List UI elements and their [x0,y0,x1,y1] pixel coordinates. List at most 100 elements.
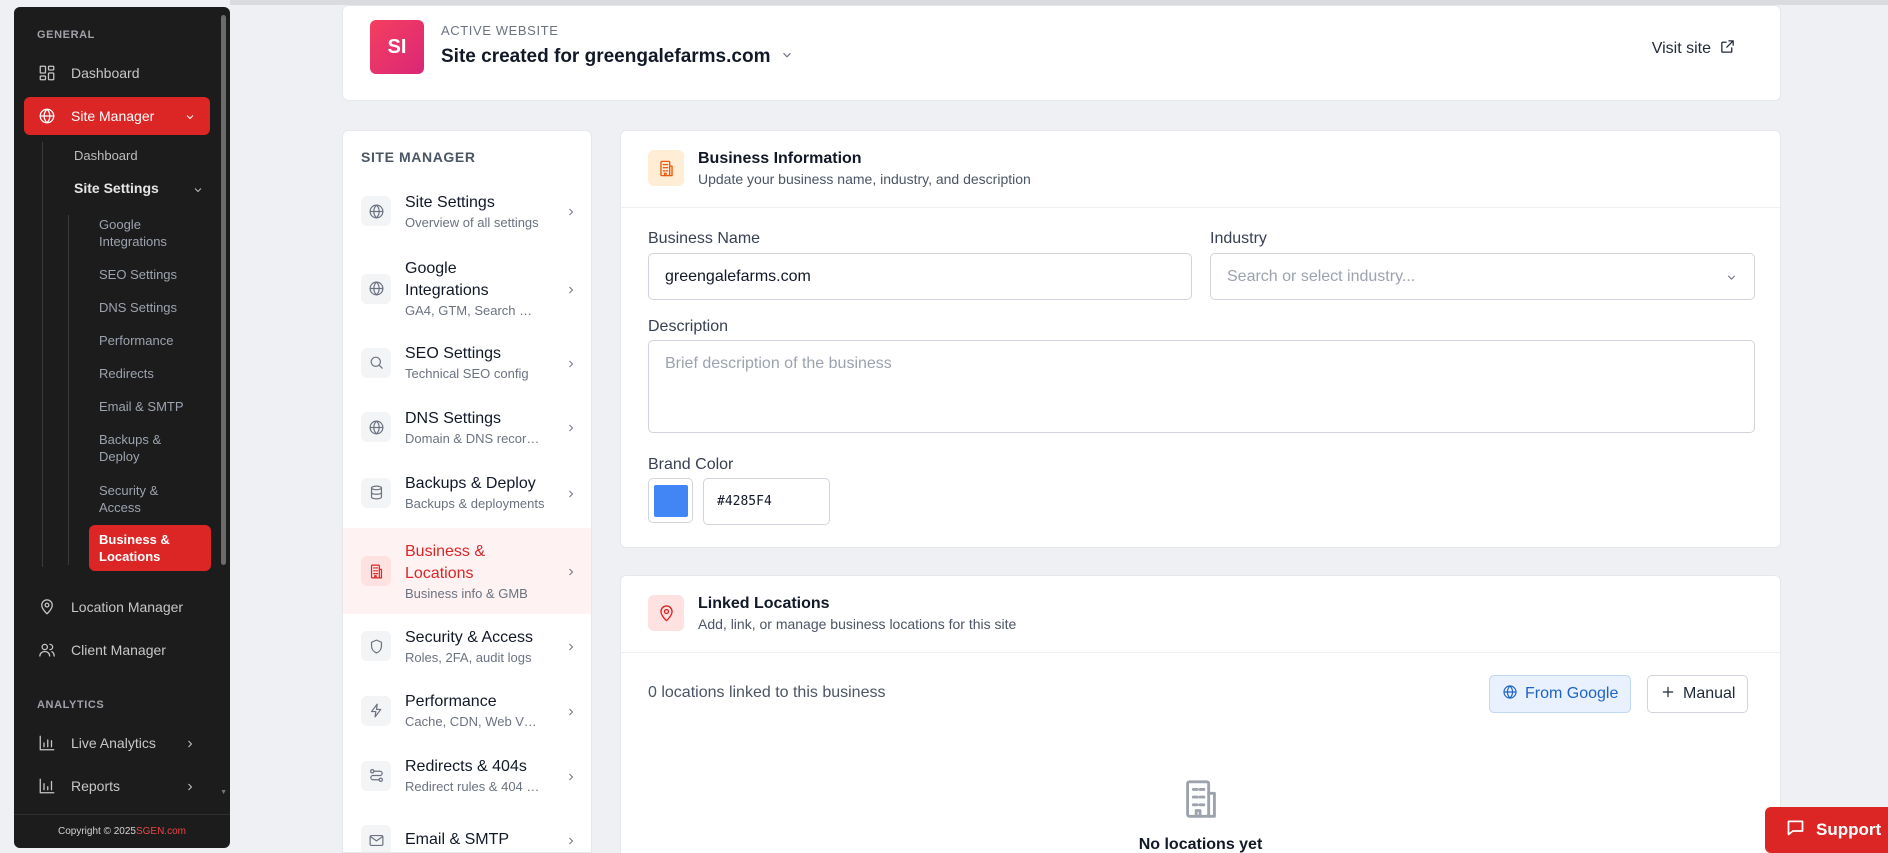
sidebar-item-location-manager[interactable]: Location Manager [24,588,210,626]
building-icon [361,556,391,586]
business-name-input[interactable]: greengalefarms.com [648,253,1192,300]
description-textarea[interactable]: Brief description of the business [648,340,1755,433]
chevron-down-icon [1725,271,1738,284]
chevron-right-icon [565,421,577,433]
visit-site-link[interactable]: Visit site [1652,38,1736,60]
sidebar-item-label: Site Manager [71,108,155,124]
users-icon [37,640,57,660]
building-icon [648,150,684,186]
sidebar-item-client-manager[interactable]: Client Manager [24,631,210,669]
tree-line [42,142,43,567]
scroll-down-arrow-icon[interactable]: ▼ [220,789,227,796]
building-icon [1178,776,1224,822]
sidebar-sub-redirects[interactable]: Redirects [99,365,199,382]
globe-icon [37,106,57,126]
nav-item-desc: GA4, GTM, Search Console [405,303,537,318]
from-google-button[interactable]: From Google [1489,675,1632,713]
sidebar-sub-dns-settings[interactable]: DNS Settings [99,299,199,316]
nav-item-desc: Overview of all settings [405,214,539,230]
sidebar-item-dashboard[interactable]: Dashboard [24,54,210,92]
sidebar-sub-google-integrations[interactable]: Google Integrations [99,216,199,250]
sidebar-sub-email-smtp[interactable]: Email & SMTP [99,398,199,415]
lightning-icon [361,695,391,726]
chevron-down-icon [192,183,204,195]
nav-item-desc: Domain & DNS records [405,430,540,446]
site-avatar: SI [370,20,424,74]
nav-item-performance[interactable]: Performance Cache, CDN, Web Vitals [343,678,591,743]
sidebar-item-site-manager[interactable]: Site Manager [24,97,210,135]
chevron-right-icon [565,565,577,577]
sidebar-sub-dashboard[interactable]: Dashboard [74,147,138,164]
chevron-right-icon [565,357,577,369]
sidebar-item-live-analytics[interactable]: Live Analytics [24,724,210,762]
industry-label: Industry [1210,230,1267,247]
chevron-right-icon [565,205,577,217]
nav-item-desc: Backups & deployments [405,496,545,511]
sidebar-item-label: Reports [71,778,121,794]
copyright-text: Copyright © 2025 [58,826,136,837]
chevron-right-icon [184,737,196,749]
site-selector[interactable]: Site created for greengalefarms.com [441,46,794,68]
nav-item-seo-settings[interactable]: SEO Settings Technical SEO config [343,331,591,394]
nav-item-site-settings[interactable]: Site Settings Overview of all settings [343,176,591,246]
sidebar-item-label: Dashboard [71,65,140,81]
search-icon [361,347,391,378]
sidebar-item-reports[interactable]: Reports [24,767,210,805]
nav-item-dns-settings[interactable]: DNS Settings Domain & DNS records [343,394,591,460]
chevron-right-icon [565,705,577,717]
nav-item-desc: Business info & GMB [405,585,528,601]
visit-site-label: Visit site [1651,40,1711,57]
brand-color-picker[interactable] [648,478,693,523]
sidebar-sub-business-locations[interactable]: Business & Locations [89,525,211,571]
site-name: Site created for greengalefarms.com [441,46,771,67]
sidebar-item-label: Live Analytics [71,735,156,751]
nav-item-backups-deploy[interactable]: Backups & Deploy Backups & deployments [343,460,591,525]
nav-item-label: SEO Settings [405,345,502,362]
report-chart-icon [37,776,57,796]
nav-item-business-locations[interactable]: Business & Locations Business info & GMB [343,528,591,614]
nav-item-redirects[interactable]: Redirects & 404s Redirect rules & 404 log… [343,743,591,808]
nav-item-email-smtp[interactable]: Email & SMTP [343,808,591,852]
sidebar-sub-security-access[interactable]: Security & Access [99,482,179,516]
manual-button[interactable]: Manual [1647,675,1749,713]
sidebar-sub-label: Site Settings [74,180,159,196]
sidebar-sub-performance[interactable]: Performance [99,332,199,349]
business-name-label: Business Name [648,230,761,247]
chat-icon [1785,817,1806,843]
card-subtitle: Update your business name, industry, and… [698,171,1031,187]
nav-item-desc: Cache, CDN, Web Vitals [405,714,537,729]
map-pin-icon [648,595,684,631]
industry-select[interactable]: Search or select industry... [1210,253,1755,300]
card-subtitle: Add, link, or manage business locations … [698,616,1017,632]
brand-color-hex-input[interactable]: #4285F4 [703,478,830,525]
mail-icon [361,825,391,852]
active-website-card: SI ACTIVE WEBSITE Site created for green… [342,5,1781,101]
sidebar-section-general: GENERAL [37,29,95,41]
external-link-icon [1719,38,1736,60]
sidebar: GENERAL Dashboard Site Manager Dashboard… [14,7,230,848]
chevron-right-icon [565,283,577,295]
support-button[interactable]: Support [1765,807,1888,853]
globe-icon [361,412,391,442]
nav-item-security-access[interactable]: Security & Access Roles, 2FA, audit logs [343,614,591,678]
sidebar-item-label: Location Manager [71,599,184,615]
active-website-label: ACTIVE WEBSITE [441,23,559,38]
nav-item-desc: Technical SEO config [405,366,529,381]
nav-item-google-integrations[interactable]: Google Integrations GA4, GTM, Search Cons… [343,246,591,331]
sidebar-section-analytics: ANALYTICS [37,699,105,711]
brand-link[interactable]: SGEN.com [136,826,186,837]
chevron-right-icon [565,487,577,499]
sidebar-sub-backups-deploy[interactable]: Backups & Deploy [99,431,179,465]
manual-label: Manual [1683,685,1736,702]
brand-color-swatch [653,484,688,517]
sidebar-sub-site-settings[interactable]: Site Settings [74,180,204,197]
sidebar-scrollbar-thumb[interactable] [221,15,226,565]
site-manager-nav: SITE MANAGER Site Settings Overview of al… [342,130,592,853]
sidebar-footer: Copyright © 2025 SGEN.com [14,814,230,848]
locations-count: 0 locations linked to this business [648,684,886,701]
support-label: Support [1816,820,1882,839]
card-title: Business Information [698,150,862,167]
sidebar-sub-seo-settings[interactable]: SEO Settings [99,266,199,283]
dashboard-icon [37,63,57,83]
nav-item-desc: Redirect rules & 404 logs [405,779,540,794]
